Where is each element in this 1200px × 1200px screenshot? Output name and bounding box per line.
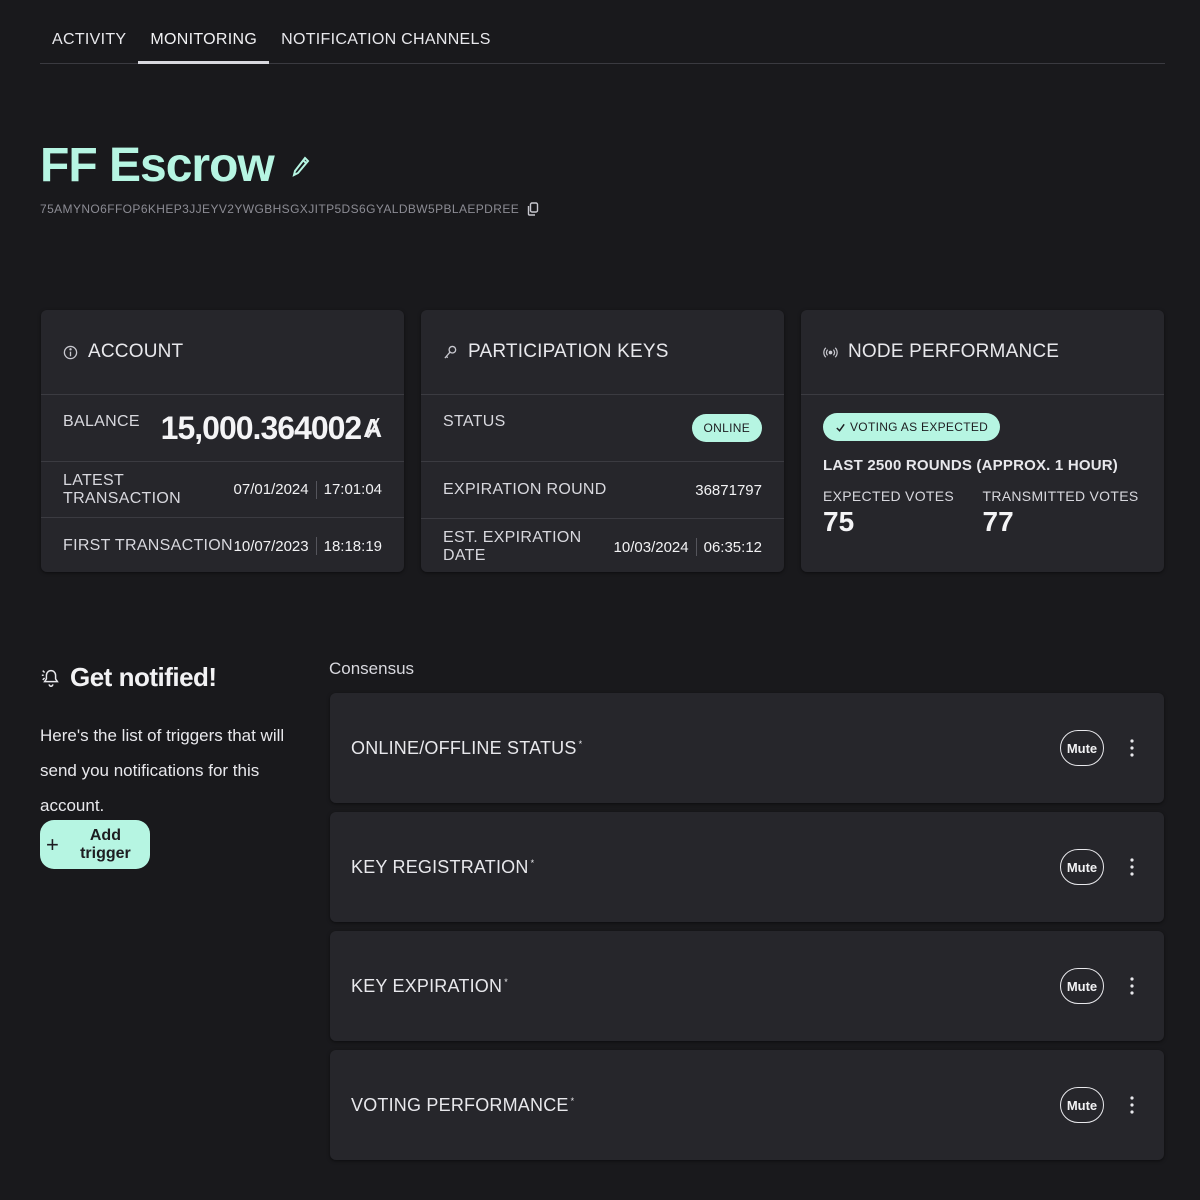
- status-row: STATUS ONLINE: [421, 395, 784, 462]
- status-badge: ONLINE: [691, 414, 762, 442]
- participation-keys-title: PARTICIPATION KEYS: [468, 341, 669, 362]
- expiration-date: 10/03/2024: [613, 538, 689, 556]
- address-row: 75AMYNO6FFOP6KHEP3JJEYV2YWGBHSGXJITP5DS6…: [40, 202, 539, 216]
- check-icon: [836, 423, 845, 432]
- page-title: FF Escrow: [40, 139, 275, 192]
- bell-ringing-icon: [41, 669, 59, 687]
- trigger-name: VOTING PERFORMANCE *: [351, 1094, 575, 1115]
- expiration-time: 06:35:12: [703, 538, 762, 556]
- asterisk-icon: *: [504, 976, 508, 987]
- mute-button[interactable]: Mute: [1060, 1087, 1104, 1123]
- balance-label: BALANCE: [63, 413, 140, 430]
- latest-transaction-row: LATEST TRANSACTION 07/01/2024 17:01:04: [41, 462, 404, 518]
- latest-transaction-label: LATEST TRANSACTION: [63, 471, 181, 507]
- copy-icon[interactable]: [527, 202, 539, 216]
- notify-title: Get notified!: [70, 662, 217, 692]
- mute-button[interactable]: Mute: [1060, 968, 1104, 1004]
- mute-button[interactable]: Mute: [1060, 730, 1104, 766]
- balance-value: 15,000.364002: [160, 409, 363, 446]
- latest-transaction-value: 07/01/2024 17:01:04: [233, 480, 382, 499]
- latest-transaction-time: 17:01:04: [323, 481, 382, 498]
- tab-monitoring[interactable]: MONITORING: [138, 31, 269, 64]
- divider: [315, 480, 317, 499]
- expiration-date-value: 10/03/2024 06:35:12: [614, 538, 762, 556]
- account-title: ACCOUNT: [88, 341, 184, 362]
- expected-votes: EXPECTED VOTES 75: [823, 488, 983, 538]
- plus-icon: +: [46, 831, 59, 857]
- node-performance-header: NODE PERFORMANCE: [801, 310, 1164, 395]
- balance-value-wrap: 15,000.364002 Ⱥ: [161, 410, 382, 447]
- expiration-round-value: 36871797: [695, 481, 762, 499]
- monitoring-page: ACTIVITY MONITORING NOTIFICATION CHANNEL…: [0, 0, 1200, 1200]
- info-icon: [63, 345, 78, 359]
- first-transaction-date: 10/07/2023: [233, 537, 309, 555]
- asterisk-icon: *: [570, 1095, 575, 1106]
- node-performance-title: NODE PERFORMANCE: [848, 341, 1060, 362]
- participation-keys-card: PARTICIPATION KEYS STATUS ONLINE EXPIRAT…: [421, 310, 784, 572]
- algo-icon: Ⱥ: [363, 412, 382, 443]
- trigger-online-offline-status[interactable]: ONLINE/OFFLINE STATUS * Mute: [330, 693, 1164, 803]
- account-address: 75AMYNO6FFOP6KHEP3JJEYV2YWGBHSGXJITP5DS6…: [40, 202, 520, 216]
- broadcast-icon: [823, 346, 838, 358]
- trigger-name: ONLINE/OFFLINE STATUS *: [351, 737, 583, 758]
- account-card: ACCOUNT BALANCE 15,000.364002 Ⱥ LATEST T…: [41, 310, 404, 572]
- add-trigger-button[interactable]: + Add trigger: [40, 820, 150, 869]
- transmitted-votes: TRANSMITTED VOTES 77: [983, 488, 1143, 538]
- more-vertical-icon[interactable]: [1128, 738, 1136, 758]
- notify-heading: Get notified!: [40, 662, 217, 693]
- latest-transaction-date: 07/01/2024: [233, 481, 309, 498]
- more-vertical-icon[interactable]: [1128, 976, 1136, 996]
- pencil-icon[interactable]: [292, 155, 310, 177]
- add-trigger-label: Add trigger: [80, 826, 131, 862]
- participation-keys-header: PARTICIPATION KEYS: [421, 310, 784, 395]
- trigger-name: KEY EXPIRATION *: [351, 975, 508, 996]
- expected-votes-value: 75: [823, 506, 855, 537]
- voting-status-badge: VOTING AS EXPECTED: [823, 413, 1001, 441]
- first-transaction-value: 10/07/2023 18:18:19: [234, 537, 382, 555]
- node-performance-body: VOTING AS EXPECTED LAST 2500 ROUNDS (APP…: [801, 395, 1164, 538]
- voting-status-text: VOTING AS EXPECTED: [850, 420, 989, 434]
- trigger-name: KEY REGISTRATION *: [351, 856, 535, 877]
- mute-button[interactable]: Mute: [1060, 849, 1104, 885]
- transmitted-votes-value: 77: [982, 506, 1014, 537]
- expiration-date-label: EST. EXPIRATION DATE: [443, 529, 582, 564]
- key-icon: [444, 345, 457, 359]
- more-vertical-icon[interactable]: [1128, 1095, 1136, 1115]
- tab-activity[interactable]: ACTIVITY: [40, 31, 138, 63]
- node-performance-card: NODE PERFORMANCE VOTING AS EXPECTED LAST…: [801, 310, 1164, 572]
- tab-bar: ACTIVITY MONITORING NOTIFICATION CHANNEL…: [40, 0, 1165, 64]
- balance-row: BALANCE 15,000.364002 Ⱥ: [41, 395, 404, 462]
- rounds-label: LAST 2500 ROUNDS (APPROX. 1 HOUR): [823, 457, 1118, 474]
- divider: [315, 537, 317, 555]
- trigger-key-registration[interactable]: KEY REGISTRATION * Mute: [330, 812, 1164, 922]
- trigger-key-expiration[interactable]: KEY EXPIRATION * Mute: [330, 931, 1164, 1041]
- more-vertical-icon[interactable]: [1128, 857, 1136, 877]
- notify-description: Here's the list of triggers that will se…: [40, 726, 285, 815]
- asterisk-icon: *: [530, 857, 535, 868]
- consensus-label: Consensus: [329, 659, 415, 678]
- title-row: FF Escrow: [40, 138, 310, 193]
- tab-notification-channels[interactable]: NOTIFICATION CHANNELS: [269, 31, 503, 63]
- account-card-header: ACCOUNT: [41, 310, 404, 395]
- first-transaction-label: FIRST TRANSACTION: [63, 537, 233, 554]
- asterisk-icon: *: [578, 738, 583, 749]
- divider: [695, 538, 697, 556]
- expiration-round-row: EXPIRATION ROUND 36871797: [421, 462, 784, 519]
- first-transaction-time: 18:18:19: [323, 537, 382, 555]
- expiration-round-label: EXPIRATION ROUND: [443, 481, 607, 498]
- expiration-date-row: EST. EXPIRATION DATE 10/03/2024 06:35:12: [421, 519, 784, 572]
- expected-votes-label: EXPECTED VOTES: [823, 488, 955, 504]
- status-label: STATUS: [443, 413, 506, 430]
- votes-stats: EXPECTED VOTES 75 TRANSMITTED VOTES 77: [823, 488, 1142, 538]
- first-transaction-row: FIRST TRANSACTION 10/07/2023 18:18:19: [41, 518, 404, 572]
- trigger-voting-performance[interactable]: VOTING PERFORMANCE * Mute: [330, 1050, 1164, 1160]
- transmitted-votes-label: TRANSMITTED VOTES: [982, 488, 1139, 504]
